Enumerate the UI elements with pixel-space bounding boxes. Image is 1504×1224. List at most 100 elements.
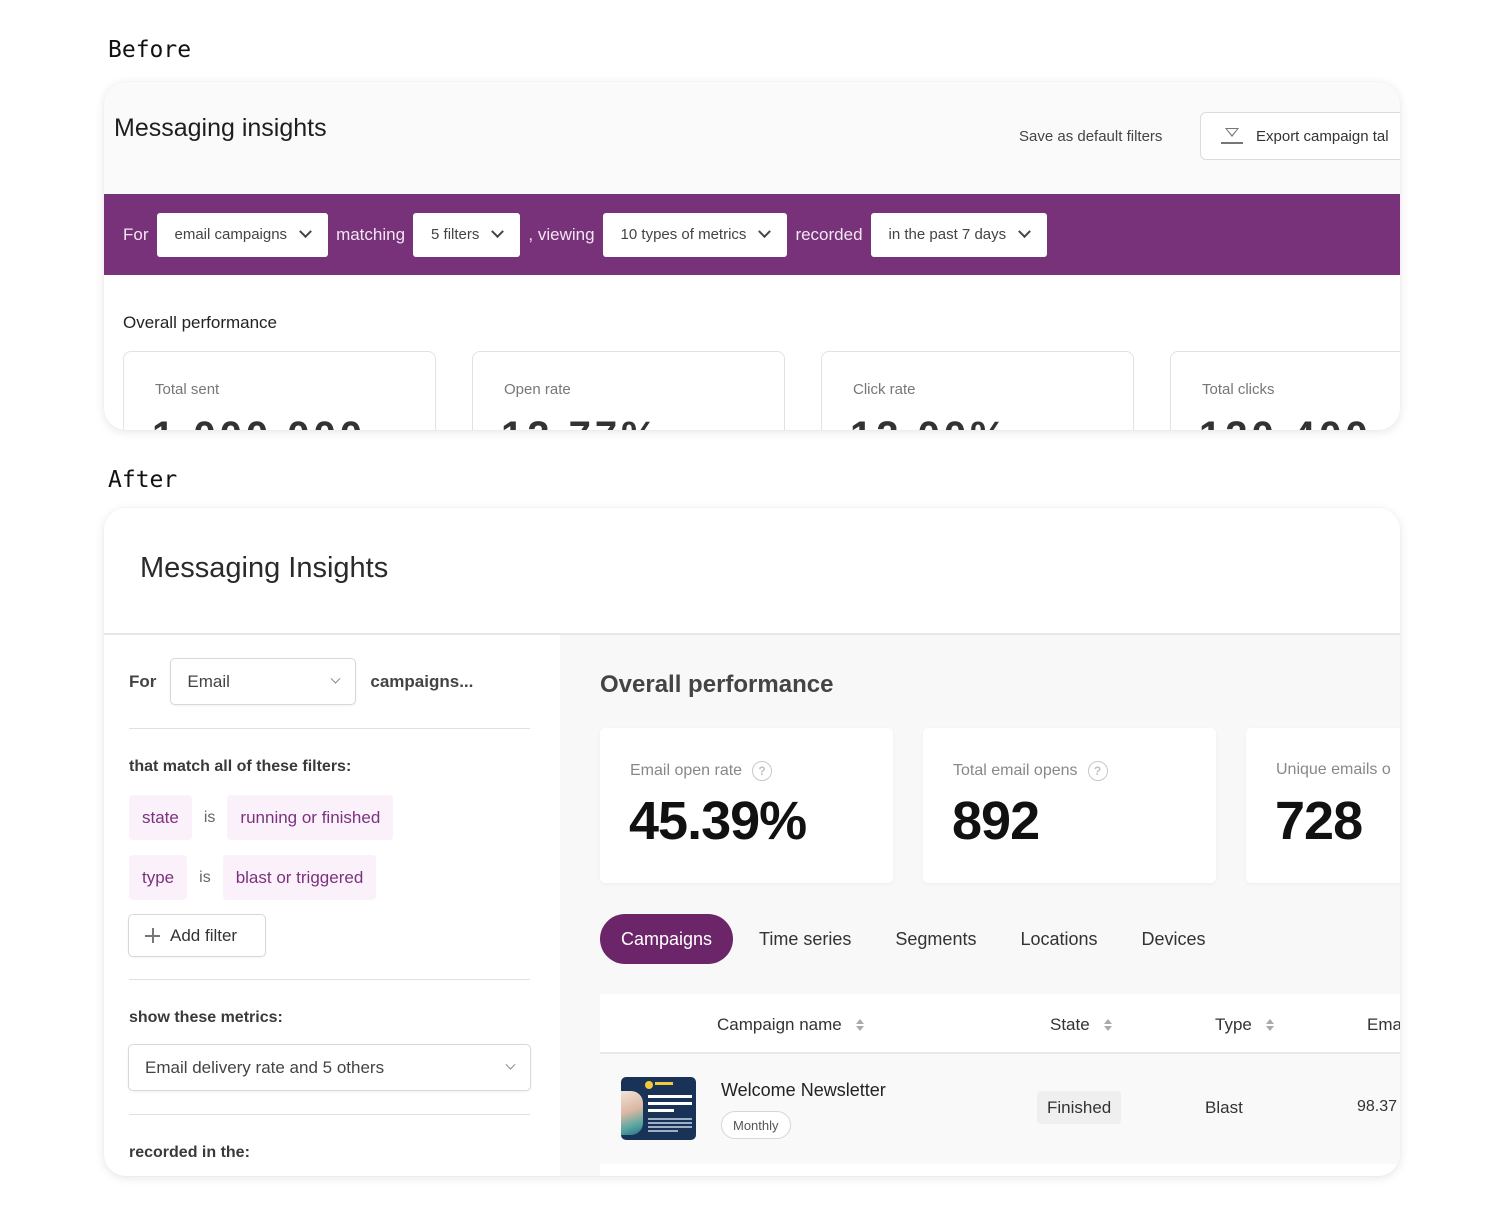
metric-label: Email open rate ? — [630, 761, 773, 781]
filter-bar: For email campaigns matching 5 filters ,… — [104, 194, 1400, 275]
recorded-heading: recorded in the: — [129, 1144, 250, 1161]
filter-value-chip[interactable]: running or finished — [227, 795, 394, 840]
metrics-value: Email delivery rate and 5 others — [145, 1057, 385, 1077]
metric-value: 45.39% — [629, 791, 807, 851]
after-label: After — [108, 467, 178, 493]
before-panel: Messaging insights Save as default filte… — [104, 82, 1400, 430]
section-heading: Overall performance — [123, 313, 278, 332]
column-header-campaign-name[interactable]: Campaign name — [717, 1015, 864, 1035]
table-row[interactable]: Welcome Newsletter Monthly Finished Blas… — [600, 1054, 1400, 1164]
divider — [129, 728, 530, 729]
tab-time-series[interactable]: Time series — [741, 914, 869, 964]
campaign-thumbnail — [621, 1077, 696, 1140]
metrics-heading: show these metrics: — [129, 1009, 283, 1026]
metric-value: 12.77% — [501, 414, 661, 430]
divider — [129, 979, 530, 980]
add-filter-button[interactable]: Add filter — [128, 914, 266, 957]
metric-card: Total email opens ? 892 — [923, 728, 1216, 883]
tab-locations[interactable]: Locations — [1002, 914, 1115, 964]
sort-icon — [855, 1019, 864, 1031]
metric-card: Open rate 12.77% — [472, 351, 785, 430]
metrics-value: 10 types of metrics — [620, 226, 747, 243]
filter-viewing-label: , viewing — [528, 224, 595, 244]
campaign-type-value: email campaigns — [174, 226, 288, 243]
divider — [129, 1114, 530, 1115]
before-label: Before — [108, 37, 192, 63]
page-title: Messaging insights — [114, 114, 327, 142]
column-label: Ema — [1367, 1015, 1400, 1034]
metric-value: 12.00% — [850, 414, 1010, 430]
metric-label: Total clicks — [1202, 381, 1275, 398]
after-header: Messaging Insights — [104, 508, 1400, 635]
metrics-dropdown[interactable]: Email delivery rate and 5 others — [128, 1044, 531, 1091]
column-header-type[interactable]: Type — [1215, 1015, 1274, 1035]
download-icon — [1221, 128, 1243, 144]
metric-label-text: Email open rate — [630, 762, 743, 779]
metric-value: 1,000,000 — [152, 414, 366, 430]
column-label: Type — [1215, 1015, 1252, 1034]
email-metric-value: 98.37 — [1357, 1098, 1398, 1115]
filter-recorded-label: recorded — [795, 224, 863, 244]
time-range-dropdown[interactable]: in the past 7 days — [870, 212, 1048, 257]
metric-card: Unique emails o 728 — [1246, 728, 1400, 883]
export-campaign-table-button[interactable]: Export campaign tal — [1200, 112, 1400, 160]
column-header-email-metric[interactable]: Ema — [1367, 1015, 1400, 1035]
tab-segments[interactable]: Segments — [877, 914, 994, 964]
campaign-type-dropdown[interactable]: email campaigns — [156, 212, 329, 257]
before-body: Overall performance Total sent 1,000,000… — [104, 275, 1400, 430]
page-title: Messaging Insights — [140, 552, 389, 584]
filter-field-chip[interactable]: type — [129, 855, 188, 900]
filter-operator: is — [199, 868, 211, 886]
state-badge: Finished — [1037, 1091, 1122, 1124]
main-content: Overall performance Email open rate ? 45… — [560, 635, 1400, 1176]
filter-value-chip[interactable]: blast or triggered — [222, 855, 377, 900]
campaigns-label: campaigns... — [370, 671, 474, 691]
tab-devices[interactable]: Devices — [1124, 914, 1224, 964]
filter-field-chip[interactable]: state — [129, 795, 192, 840]
filter-row: type is blast or triggered — [129, 855, 377, 900]
time-range-value: in the past 7 days — [888, 226, 1007, 243]
metric-label: Click rate — [853, 381, 916, 398]
metrics-dropdown[interactable]: 10 types of metrics — [602, 212, 788, 257]
section-heading: Overall performance — [600, 671, 834, 698]
chevron-down-icon — [1018, 225, 1031, 239]
sort-icon — [1103, 1019, 1112, 1031]
metric-label: Total email opens ? — [953, 761, 1108, 781]
campaigns-table: Campaign name State Type Ema Welcome New… — [600, 994, 1400, 1176]
tab-campaigns[interactable]: Campaigns — [600, 914, 734, 964]
metric-card: Click rate 12.00% — [821, 351, 1134, 430]
chevron-down-icon — [505, 1059, 516, 1070]
filter-sidebar: For Email campaigns... that match all of… — [104, 635, 560, 1176]
channel-value: Email — [187, 671, 230, 691]
filter-matching-label: matching — [336, 224, 406, 244]
filter-for-label: For — [123, 224, 149, 244]
chevron-down-icon — [758, 225, 772, 239]
metric-label: Open rate — [504, 381, 571, 398]
filters-dropdown[interactable]: 5 filters — [413, 212, 521, 257]
save-default-filters-link[interactable]: Save as default filters — [1019, 128, 1162, 145]
filter-row: state is running or finished — [129, 795, 394, 840]
metric-card: Email open rate ? 45.39% — [600, 728, 893, 883]
for-label: For — [129, 671, 157, 691]
question-circle-icon[interactable]: ? — [1087, 761, 1108, 781]
chevron-down-icon — [330, 673, 341, 684]
filter-operator: is — [203, 808, 216, 826]
chevron-down-icon — [491, 225, 505, 239]
add-filter-label: Add filter — [170, 925, 238, 945]
channel-dropdown[interactable]: Email — [170, 658, 357, 705]
metric-card: Total clicks 120,400 — [1170, 351, 1400, 430]
metric-label: Total sent — [155, 381, 220, 398]
metric-value: 892 — [952, 791, 1040, 851]
channel-row: For Email campaigns... — [129, 658, 473, 705]
column-label: State — [1050, 1015, 1090, 1034]
view-tabs: Campaigns Time series Segments Locations… — [600, 914, 1224, 964]
column-label: Campaign name — [717, 1015, 842, 1034]
campaign-name[interactable]: Welcome Newsletter — [721, 1080, 886, 1101]
metric-value: 728 — [1275, 791, 1363, 851]
filters-value: 5 filters — [431, 226, 480, 243]
question-circle-icon[interactable]: ? — [752, 761, 773, 781]
column-header-state[interactable]: State — [1050, 1015, 1112, 1035]
frequency-badge: Monthly — [721, 1111, 791, 1139]
table-header: Campaign name State Type Ema — [600, 994, 1400, 1054]
metric-card: Total sent 1,000,000 — [123, 351, 436, 430]
